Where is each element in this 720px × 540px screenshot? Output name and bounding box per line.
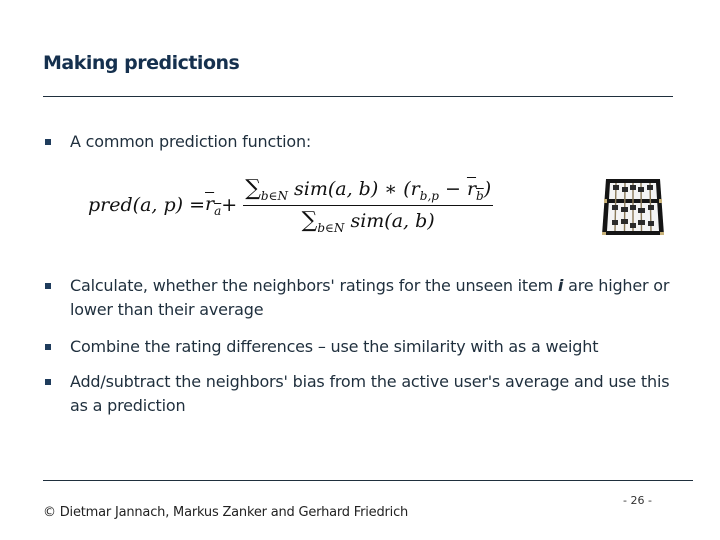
prediction-formula: pred(a, p) = ra + ∑b∈N sim(a, b) ∗ (rb,p… (88, 170, 494, 240)
formula-lhs: pred(a, p) = (88, 194, 206, 216)
page-number: - 26 - (623, 494, 652, 507)
footer-copyright: © Dietmar Jannach, Markus Zanker and Ger… (43, 505, 409, 520)
formula-numerator: ∑b∈N sim(a, b) ∗ (rb,p − rb) (243, 176, 494, 206)
bullet-square-icon (45, 344, 51, 350)
footer-divider (43, 480, 693, 481)
slide-title: Making predictions (43, 52, 240, 74)
bullet-text: Combine the rating differences – use the… (70, 337, 599, 356)
bullet-square-icon (45, 139, 51, 145)
bullet-text: A common prediction function: (70, 132, 312, 151)
title-divider (43, 96, 673, 97)
formula-plus: + (221, 194, 238, 216)
formula-fraction: ∑b∈N sim(a, b) ∗ (rb,p − rb) ∑b∈N sim(a,… (243, 176, 494, 235)
bullet-text: Calculate, whether the neighbors' rating… (70, 276, 670, 319)
bullet-square-icon (45, 379, 51, 385)
abacus-icon (602, 179, 664, 235)
formula-denominator: ∑b∈N sim(a, b) (301, 207, 435, 235)
bullet-square-icon (45, 283, 51, 289)
formula-mean-a: ra (205, 192, 222, 218)
bullet-text: Add/subtract the neighbors' bias from th… (70, 372, 670, 415)
